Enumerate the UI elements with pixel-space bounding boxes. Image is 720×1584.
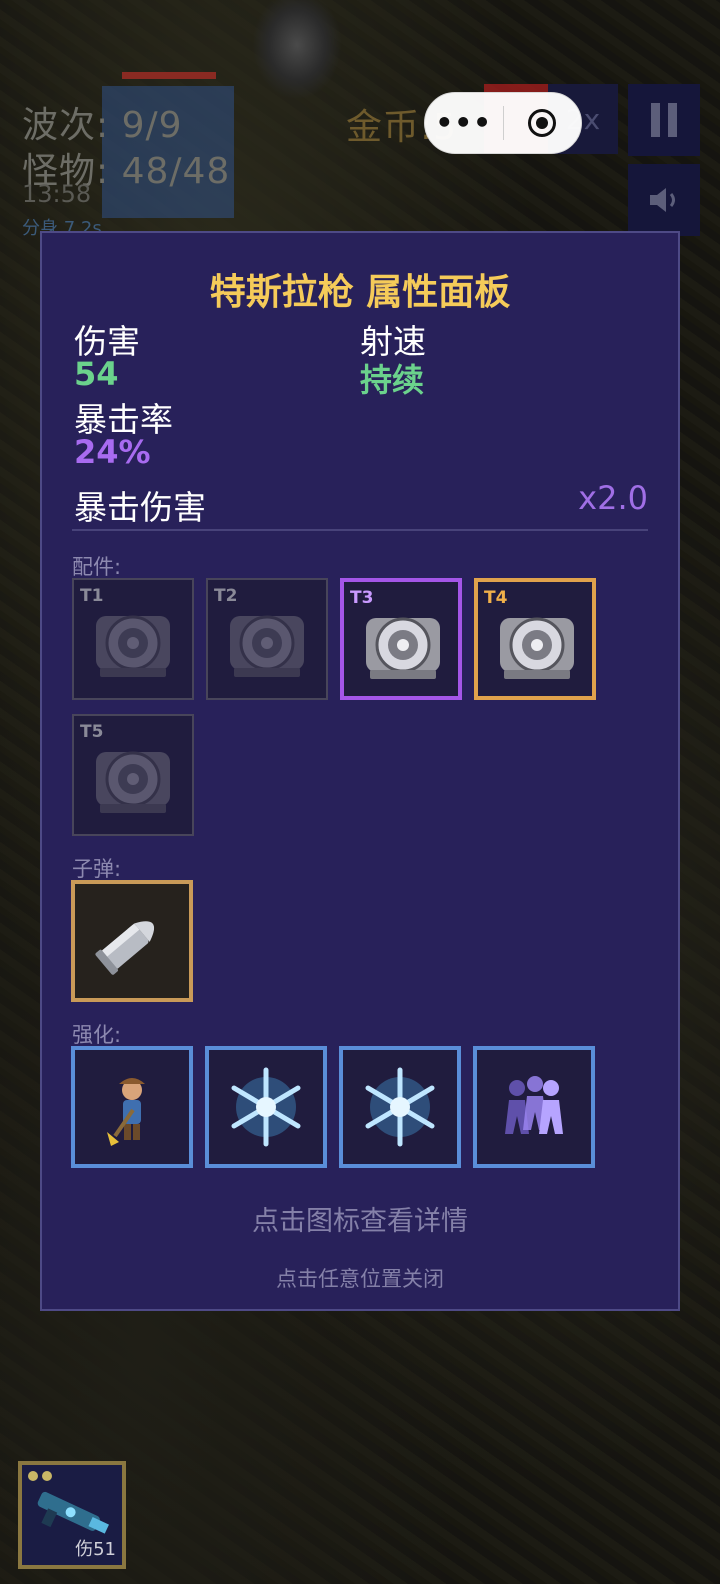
gear-engine-icon	[366, 617, 440, 679]
pause-button[interactable]	[628, 84, 700, 156]
weapon-slot[interactable]: 伤51	[18, 1461, 126, 1569]
boss-health-bar	[122, 72, 216, 79]
bullet-section-label: 子弹:	[72, 857, 122, 881]
armored-boss-sprite	[252, 0, 342, 100]
more-menu-icon[interactable]: •••	[425, 109, 503, 137]
clone-figures-icon	[505, 1076, 563, 1134]
attribute-panel[interactable]: 特斯拉枪 属性面板 伤害 54 射速 持续 暴击率 24% 暴击伤害 x2.0 …	[40, 231, 680, 1311]
bullet-slot[interactable]	[71, 880, 193, 1002]
panel-title: 特斯拉枪 属性面板	[209, 272, 511, 313]
target-icon	[528, 109, 557, 137]
crit-damage-label: 暴击伤害	[74, 488, 206, 527]
wave-counter: 波次: 9/9	[22, 105, 183, 146]
part-slot-t3[interactable]: T3	[340, 578, 462, 700]
gear-engine-icon	[96, 615, 170, 677]
sound-button[interactable]	[628, 164, 700, 236]
miniprogram-capsule: •••	[424, 92, 582, 154]
enhance-slot-2[interactable]	[205, 1046, 327, 1168]
speaker-icon	[650, 188, 675, 212]
part-slot-t4[interactable]: T4	[474, 578, 596, 700]
weapon-damage: 伤51	[75, 1539, 116, 1560]
detail-hint: 点击图标查看详情	[252, 1206, 468, 1237]
crit-rate-value: 24%	[74, 433, 151, 471]
damage-value: 54	[74, 355, 119, 393]
snowflake-icon	[365, 1067, 435, 1147]
pause-icon	[647, 103, 681, 137]
close-hint: 点击任意位置关闭	[276, 1267, 444, 1291]
silver-bullet-icon	[95, 921, 154, 975]
fire-rate-value: 持续	[360, 361, 425, 399]
gear-engine-icon	[96, 751, 170, 813]
gear-engine-icon	[500, 617, 574, 679]
enhance-slot-4[interactable]	[473, 1046, 595, 1168]
gear-engine-icon	[230, 615, 304, 677]
close-miniprogram-button[interactable]	[504, 109, 582, 137]
miner-icon	[107, 1078, 145, 1146]
game-timer: 13:58	[22, 180, 92, 208]
part-slot-t5[interactable]: T5	[72, 714, 194, 836]
crit-damage-value: x2.0	[578, 479, 648, 517]
part-slot-t2[interactable]: T2	[206, 578, 328, 700]
enhance-section-label: 强化:	[72, 1023, 122, 1047]
enhance-slot-3[interactable]	[339, 1046, 461, 1168]
part-slot-t1[interactable]: T1	[72, 578, 194, 700]
enhance-slot-1[interactable]	[71, 1046, 193, 1168]
stats-divider	[72, 529, 648, 531]
snowflake-icon	[231, 1067, 301, 1147]
parts-section-label: 配件:	[72, 555, 122, 579]
